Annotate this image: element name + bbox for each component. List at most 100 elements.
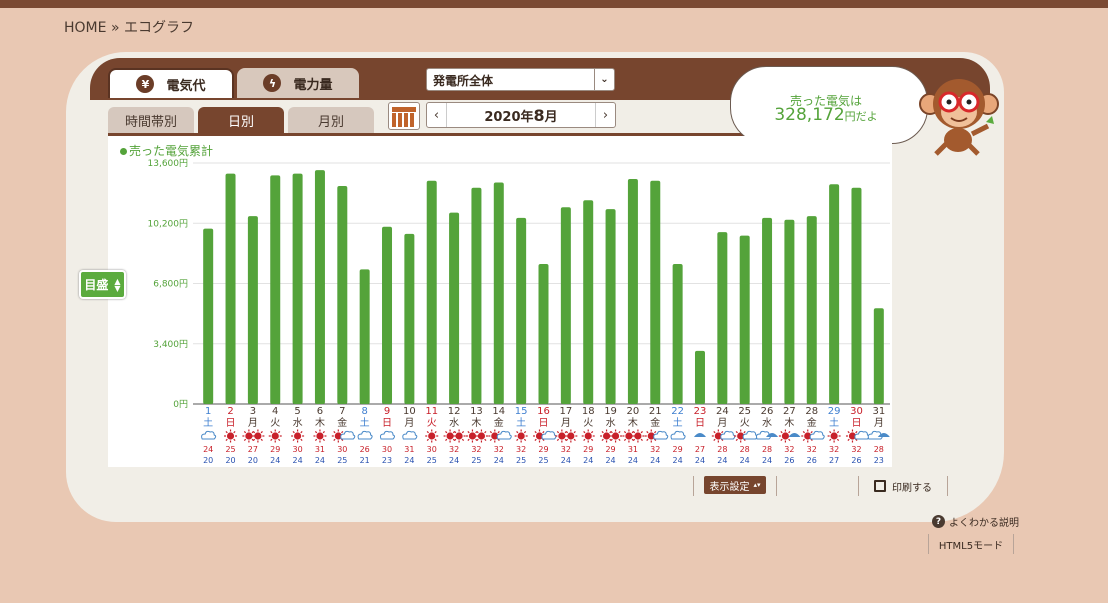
sun-ray [322, 438, 325, 442]
sun-icon [517, 432, 525, 440]
sun-ray [780, 438, 783, 442]
sun-ray [713, 430, 716, 434]
x-tick-weekday: 日 [539, 418, 549, 429]
help-link[interactable]: ? よくわかる説明 [932, 514, 1019, 529]
cloud-icon [201, 430, 217, 440]
high-temp-label: 28 [740, 445, 750, 454]
low-temp-label: 25 [471, 456, 481, 465]
x-tick-weekday: 月 [874, 417, 884, 429]
low-temp-label: 24 [673, 456, 683, 465]
x-tick-weekday: 日 [695, 418, 705, 429]
x-tick-weekday: 土 [829, 416, 839, 429]
bar [292, 173, 303, 404]
sun-ray [556, 438, 560, 442]
sun-icon [455, 432, 463, 440]
x-tick-day: 17 [559, 406, 572, 417]
sun-ray [277, 430, 281, 434]
up-down-arrows-icon: ▴▾ [753, 476, 761, 494]
x-tick-weekday: 木 [628, 417, 638, 429]
bar [560, 207, 571, 404]
html5-mode-button[interactable]: HTML5モード [928, 534, 1014, 554]
x-tick-day: 19 [604, 406, 617, 417]
question-icon: ? [932, 515, 945, 528]
sun-ray [476, 430, 479, 434]
high-temp-label: 31 [404, 445, 414, 454]
sun-ray [467, 430, 470, 434]
high-temp-label: 30 [337, 445, 347, 454]
sun-icon [293, 432, 302, 440]
display-settings-button[interactable]: 表示設定 ▴▾ [693, 476, 777, 496]
x-tick-day: 9 [384, 406, 390, 417]
sun-ray [610, 438, 613, 442]
x-tick-weekday: 木 [784, 417, 794, 429]
x-tick-weekday: 金 [807, 416, 817, 429]
sun-ray [270, 438, 273, 442]
low-temp-label: 23 [874, 456, 884, 465]
sun-ray [646, 430, 649, 434]
sun-ray [534, 430, 537, 434]
sun-ray [484, 438, 487, 442]
x-tick-weekday: 月 [404, 417, 414, 429]
x-tick-weekday: 日 [851, 418, 861, 429]
bar [359, 269, 370, 404]
sun-ray [735, 430, 738, 434]
sun-ray [260, 438, 263, 442]
sun-ray [277, 438, 281, 442]
high-temp-label: 28 [762, 445, 772, 454]
cloud-icon [402, 430, 418, 440]
x-tick-day: 13 [470, 406, 483, 417]
x-tick-day: 31 [872, 406, 885, 417]
bar [426, 180, 437, 404]
x-tick-weekday: 火 [583, 417, 593, 429]
bar [538, 264, 549, 404]
sun-ray [623, 438, 627, 442]
high-temp-label: 24 [203, 445, 213, 454]
low-temp-label: 26 [807, 456, 817, 465]
sun-ray [583, 438, 586, 442]
low-temp-label: 24 [628, 456, 638, 465]
sun-ray [632, 430, 636, 434]
x-tick-day: 2 [227, 406, 233, 417]
sun-ray [534, 438, 537, 442]
high-temp-label: 32 [561, 445, 571, 454]
sun-ray [640, 430, 643, 434]
x-tick-day: 27 [783, 406, 796, 417]
y-tick-label: 13,600円 [148, 158, 189, 169]
high-temp-label: 29 [538, 445, 548, 454]
bar [314, 170, 325, 404]
sun-ray [476, 438, 479, 442]
high-temp-label: 29 [673, 445, 683, 454]
bar [694, 350, 705, 404]
low-temp-label: 20 [225, 456, 235, 465]
sun-ray [314, 430, 318, 434]
high-temp-label: 29 [605, 445, 615, 454]
sun-ray [243, 438, 247, 442]
high-temp-label: 32 [494, 445, 504, 454]
print-button[interactable]: 印刷する [858, 476, 948, 496]
sun-ray [233, 438, 236, 442]
low-temp-label: 24 [293, 456, 303, 465]
sun-ray [610, 430, 613, 434]
sun-ray [341, 430, 344, 434]
sun-ray [300, 430, 303, 434]
low-temp-label: 23 [382, 456, 392, 465]
x-tick-day: 10 [403, 406, 416, 417]
x-tick-day: 11 [425, 406, 438, 417]
x-tick-weekday: 火 [427, 417, 437, 429]
help-label: よくわかる説明 [949, 518, 1019, 529]
low-temp-label: 25 [516, 456, 526, 465]
high-temp-label: 30 [293, 445, 303, 454]
high-temp-label: 32 [516, 445, 526, 454]
sun-ray [292, 430, 295, 434]
sun-ray [260, 430, 263, 434]
sun-ray [252, 438, 256, 442]
bar [806, 216, 817, 404]
bar [650, 180, 661, 404]
bar [449, 212, 460, 404]
sun-ray [454, 438, 457, 442]
bar [672, 264, 683, 404]
sun-ray [590, 438, 594, 442]
cloud-icon [541, 430, 557, 440]
x-tick-weekday: 火 [270, 417, 280, 429]
low-temp-label: 20 [248, 456, 258, 465]
